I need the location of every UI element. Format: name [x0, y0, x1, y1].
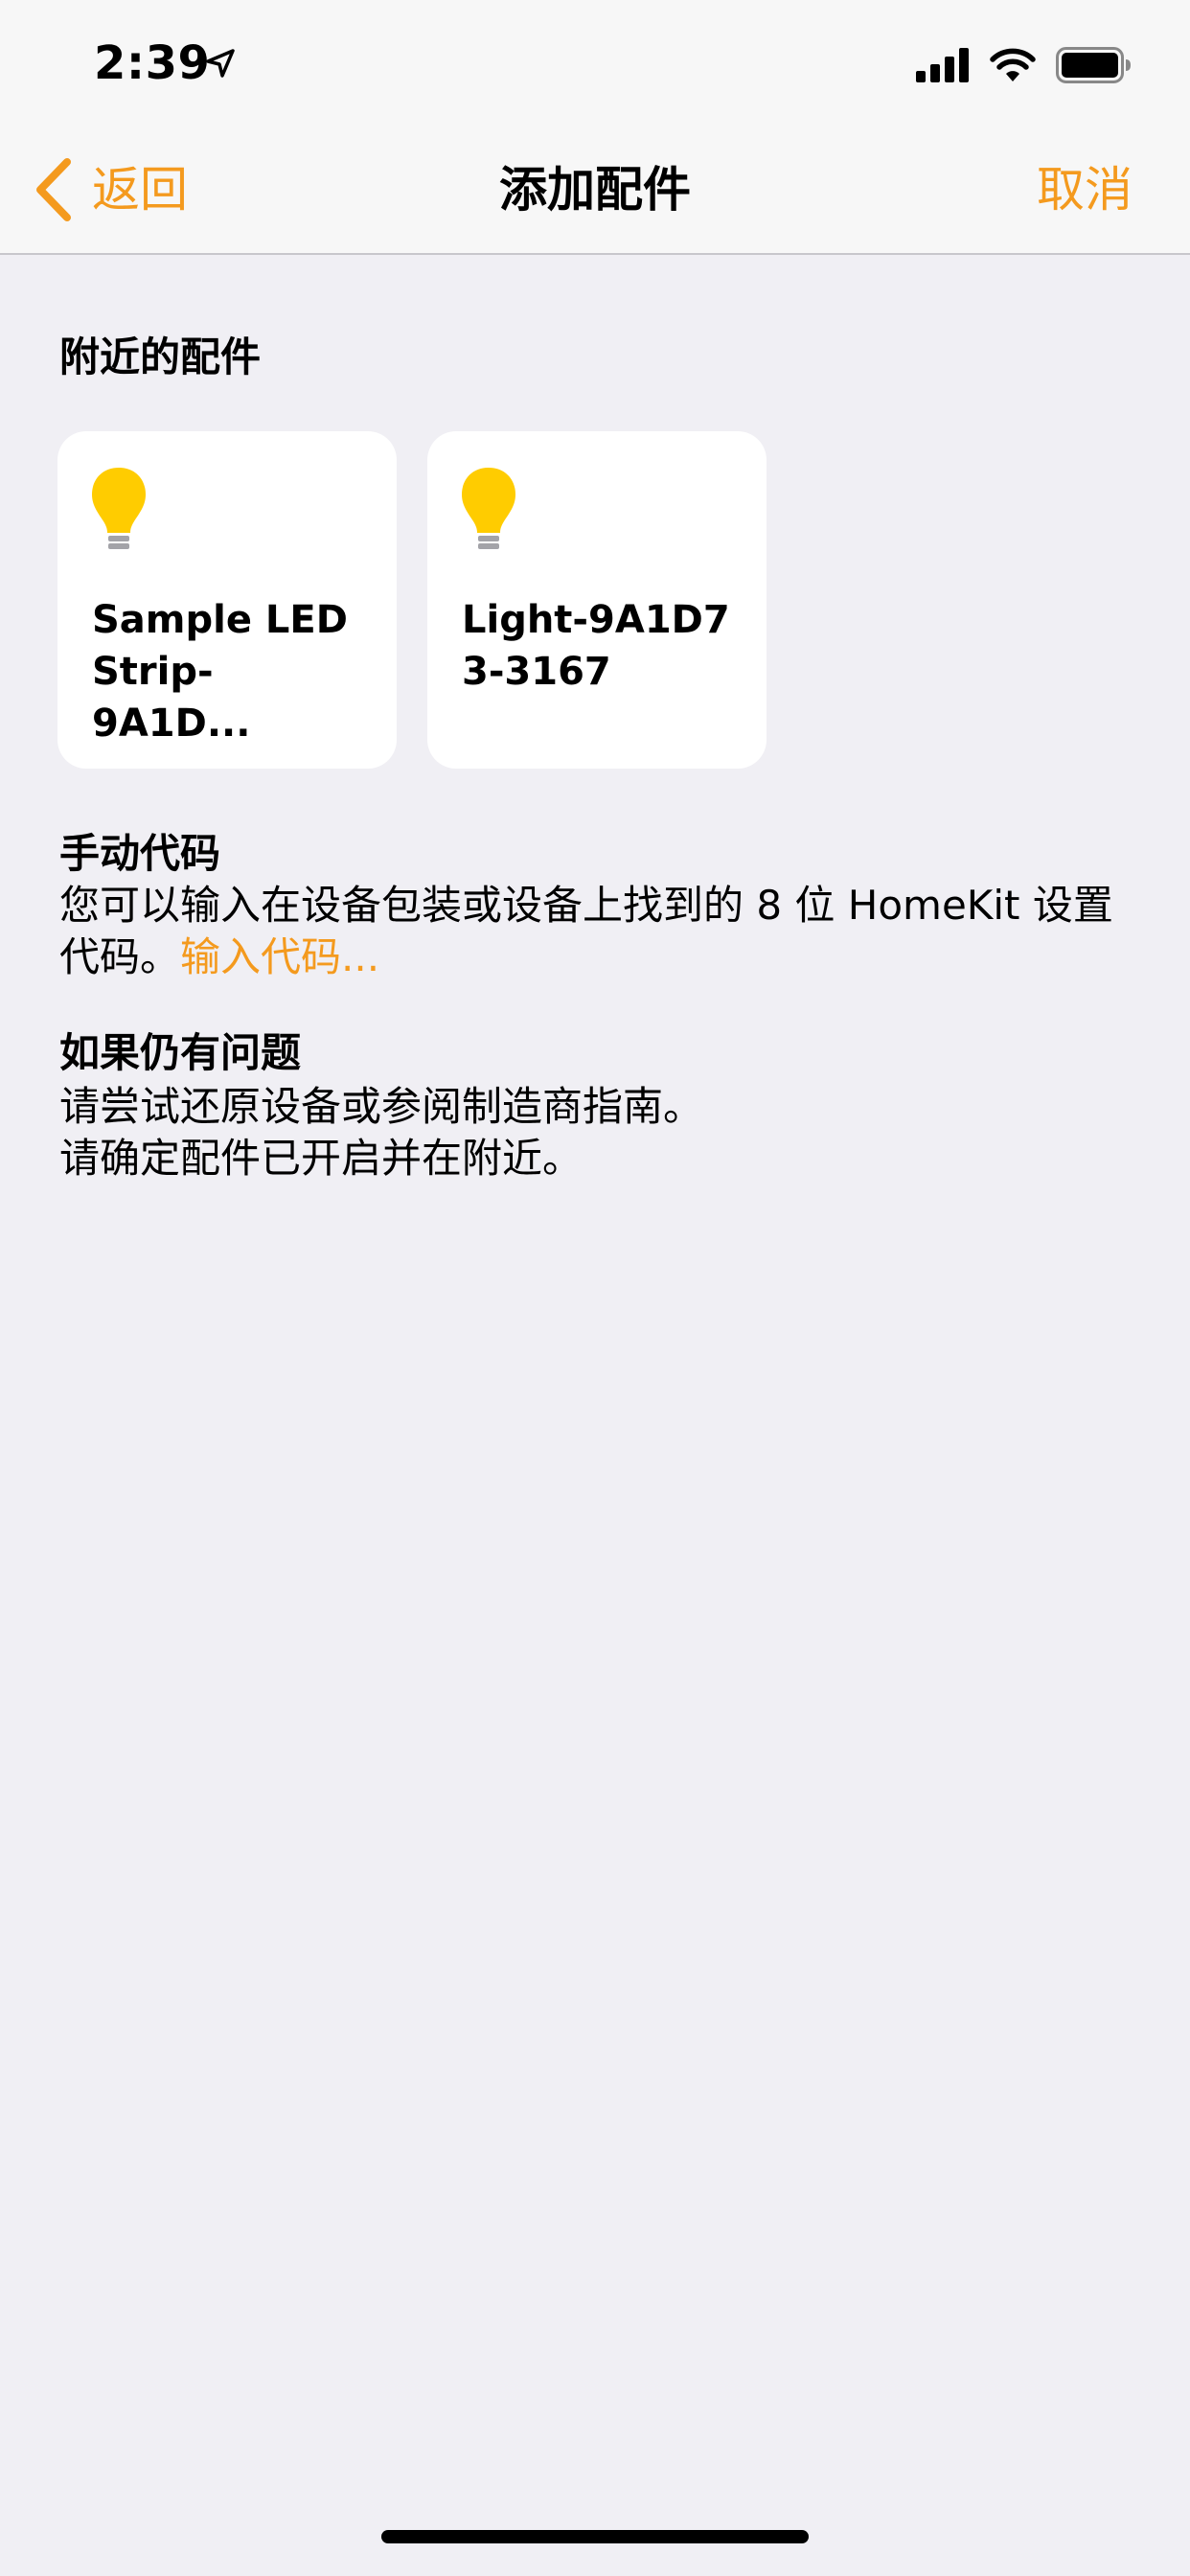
back-button[interactable]: 返回 [34, 155, 188, 224]
accessory-name: Light-9A1D7 3-3167 [462, 598, 730, 694]
location-arrow-icon [206, 49, 235, 78]
accessory-name: Sample LED Strip-9A1D... [92, 598, 348, 746]
lightbulb-icon [92, 468, 146, 549]
cellular-signal-icon [916, 48, 969, 82]
troubleshooting-text: 请尝试还原设备或参阅制造商指南。 请确定配件已开启并在附近。 [59, 1081, 1133, 1184]
lightbulb-icon [462, 468, 515, 549]
troubleshooting-line-2: 请确定配件已开启并在附近。 [59, 1135, 584, 1182]
home-indicator[interactable] [381, 2530, 809, 2543]
cancel-button[interactable]: 取消 [1037, 155, 1133, 224]
manual-code-heading: 手动代码 [59, 830, 221, 877]
status-icons [916, 44, 1133, 86]
status-bar: 2:39 [0, 0, 1190, 126]
nearby-accessories-heading: 附近的配件 [59, 334, 262, 380]
status-time: 2:39 [94, 36, 211, 90]
troubleshooting-heading: 如果仍有问题 [59, 1029, 302, 1076]
navigation-bar: 返回 添加配件 取消 [0, 126, 1190, 255]
battery-icon [1056, 47, 1131, 83]
back-button-label: 返回 [92, 162, 188, 218]
troubleshooting-line-1: 请尝试还原设备或参阅制造商指南。 [59, 1083, 704, 1130]
wifi-icon [990, 48, 1036, 81]
chevron-left-icon [36, 158, 71, 221]
accessory-tile-light[interactable]: Light-9A1D7 3-3167 [427, 431, 767, 769]
nearby-accessories-list: Sample LED Strip-9A1D... Light-9A1D7 3-3… [57, 431, 767, 769]
enter-code-link[interactable]: 输入代码... [180, 933, 379, 980]
manual-code-description: 您可以输入在设备包装或设备上找到的 8 位 HomeKit 设置代码。输入代码.… [59, 880, 1133, 983]
accessory-tile-sample-led-strip[interactable]: Sample LED Strip-9A1D... [57, 431, 397, 769]
